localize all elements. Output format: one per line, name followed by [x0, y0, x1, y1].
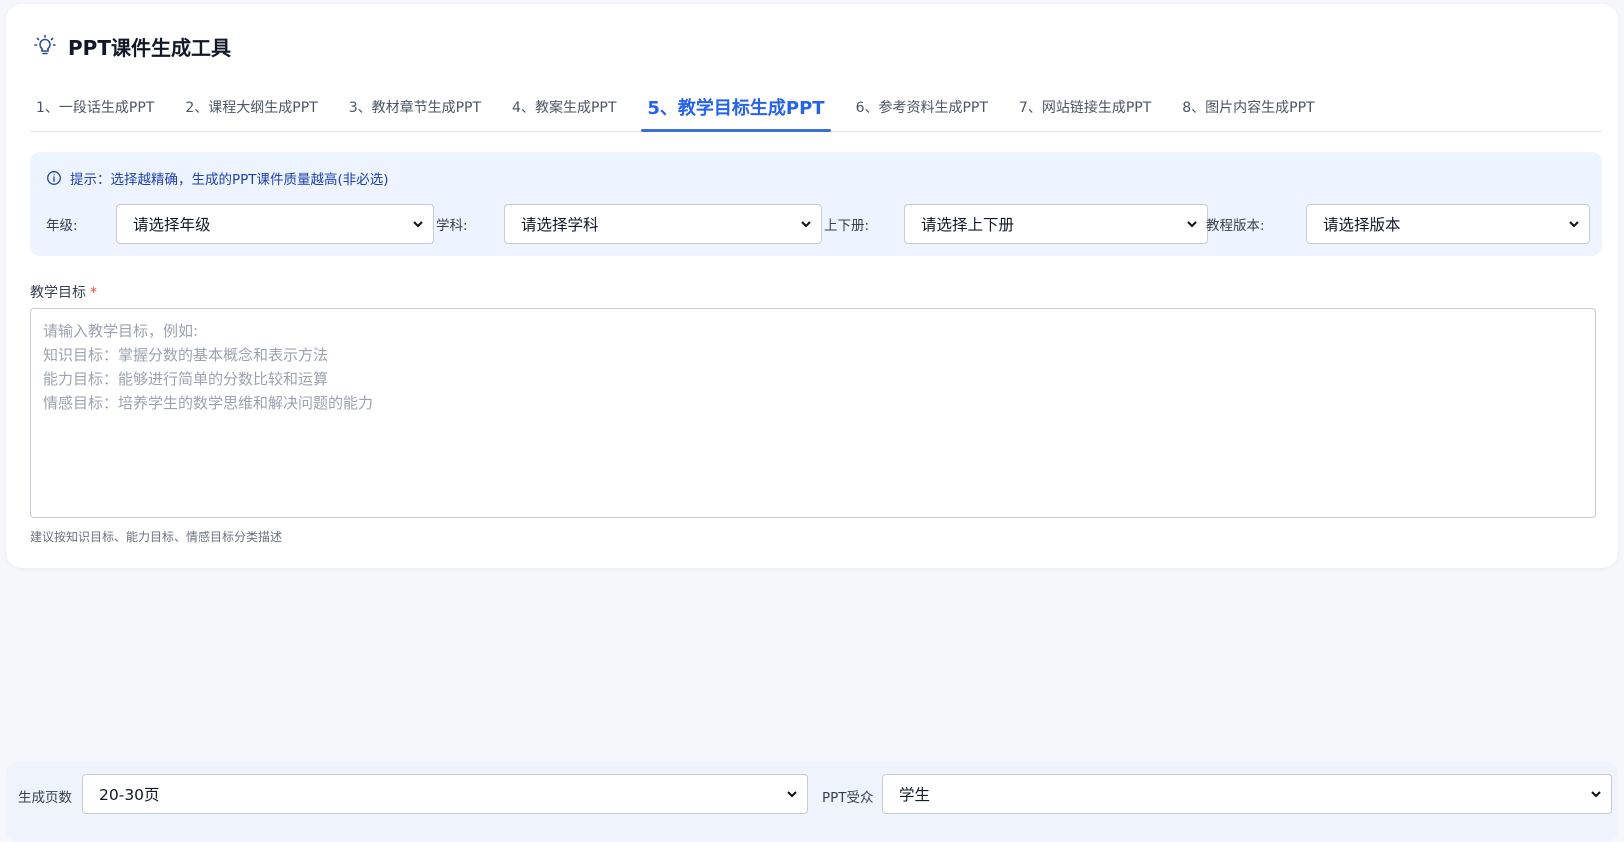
edition-select-value: 请选择版本 — [1323, 216, 1401, 234]
chevron-down-icon — [1185, 217, 1199, 231]
placeholder-line: 能力目标：能够进行简单的分数比较和运算 — [43, 370, 329, 388]
hint-text: 提示：选择越精确，生成的PPT课件质量越高(非必选) — [70, 172, 389, 188]
tab-website-link[interactable]: 7、网站链接生成PPT — [1013, 82, 1157, 131]
tab-course-outline[interactable]: 2、课程大纲生成PPT — [179, 82, 323, 131]
subject-select[interactable]: 请选择学科 — [504, 204, 822, 244]
pages-select-value: 20-30页 — [99, 786, 160, 804]
objectives-textarea[interactable]: 请输入教学目标，例如: 知识目标：掌握分数的基本概念和表示方法 能力目标：能够进… — [30, 308, 1596, 518]
lightbulb-icon — [32, 33, 58, 59]
grade-label: 年级: — [46, 218, 78, 234]
bottom-settings-bar: 生成页数 20-30页 PPT受众 学生 — [6, 762, 1618, 842]
chevron-down-icon — [1589, 787, 1603, 801]
required-mark: * — [90, 285, 97, 301]
hint-message: 提示：选择越精确，生成的PPT课件质量越高(非必选) — [46, 168, 389, 188]
audience-select-value: 学生 — [899, 786, 931, 804]
edition-select[interactable]: 请选择版本 — [1306, 204, 1590, 244]
volume-select[interactable]: 请选择上下册 — [904, 204, 1208, 244]
chevron-down-icon — [799, 217, 813, 231]
volume-label: 上下册: — [824, 218, 870, 234]
app-header: PPT课件生成工具 — [32, 32, 231, 60]
grade-select[interactable]: 请选择年级 — [116, 204, 434, 244]
objectives-helper-text: 建议按知识目标、能力目标、情感目标分类描述 — [30, 530, 283, 544]
tab-one-sentence[interactable]: 1、一段话生成PPT — [30, 82, 160, 131]
tab-lesson-plan[interactable]: 4、教案生成PPT — [506, 82, 622, 131]
placeholder-line: 知识目标：掌握分数的基本概念和表示方法 — [43, 346, 329, 364]
edition-label: 教程版本: — [1206, 218, 1265, 234]
objectives-label-text: 教学目标 — [30, 285, 86, 301]
tab-reference-material[interactable]: 6、参考资料生成PPT — [850, 82, 994, 131]
app-title: PPT课件生成工具 — [68, 35, 231, 60]
chevron-down-icon — [411, 217, 425, 231]
audience-select[interactable]: 学生 — [882, 774, 1612, 814]
objectives-label: 教学目标 * — [30, 282, 97, 302]
tab-teaching-objectives[interactable]: 5、教学目标生成PPT — [641, 82, 831, 132]
pages-select[interactable]: 20-30页 — [82, 774, 808, 814]
audience-label: PPT受众 — [822, 790, 874, 806]
tab-bar: 1、一段话生成PPT 2、课程大纲生成PPT 3、教材章节生成PPT 4、教案生… — [30, 82, 1602, 132]
chevron-down-icon — [1567, 217, 1581, 231]
hint-panel: 提示：选择越精确，生成的PPT课件质量越高(非必选) 年级: 请选择年级 学科:… — [30, 152, 1602, 256]
chevron-down-icon — [785, 787, 799, 801]
pages-label: 生成页数 — [18, 790, 72, 806]
subject-label: 学科: — [436, 218, 468, 234]
filter-row: 年级: 请选择年级 学科: 请选择学科 上下册: 请选择上下册 教程版本: 请选… — [46, 204, 1590, 244]
subject-select-value: 请选择学科 — [521, 216, 599, 234]
volume-select-value: 请选择上下册 — [921, 216, 1015, 234]
info-icon — [46, 170, 62, 186]
grade-select-value: 请选择年级 — [133, 216, 211, 234]
tab-image-content[interactable]: 8、图片内容生成PPT — [1176, 82, 1320, 131]
placeholder-line: 请输入教学目标，例如: — [43, 322, 199, 340]
tab-textbook-chapter[interactable]: 3、教材章节生成PPT — [343, 82, 487, 131]
placeholder-line: 情感目标：培养学生的数学思维和解决问题的能力 — [43, 394, 374, 412]
